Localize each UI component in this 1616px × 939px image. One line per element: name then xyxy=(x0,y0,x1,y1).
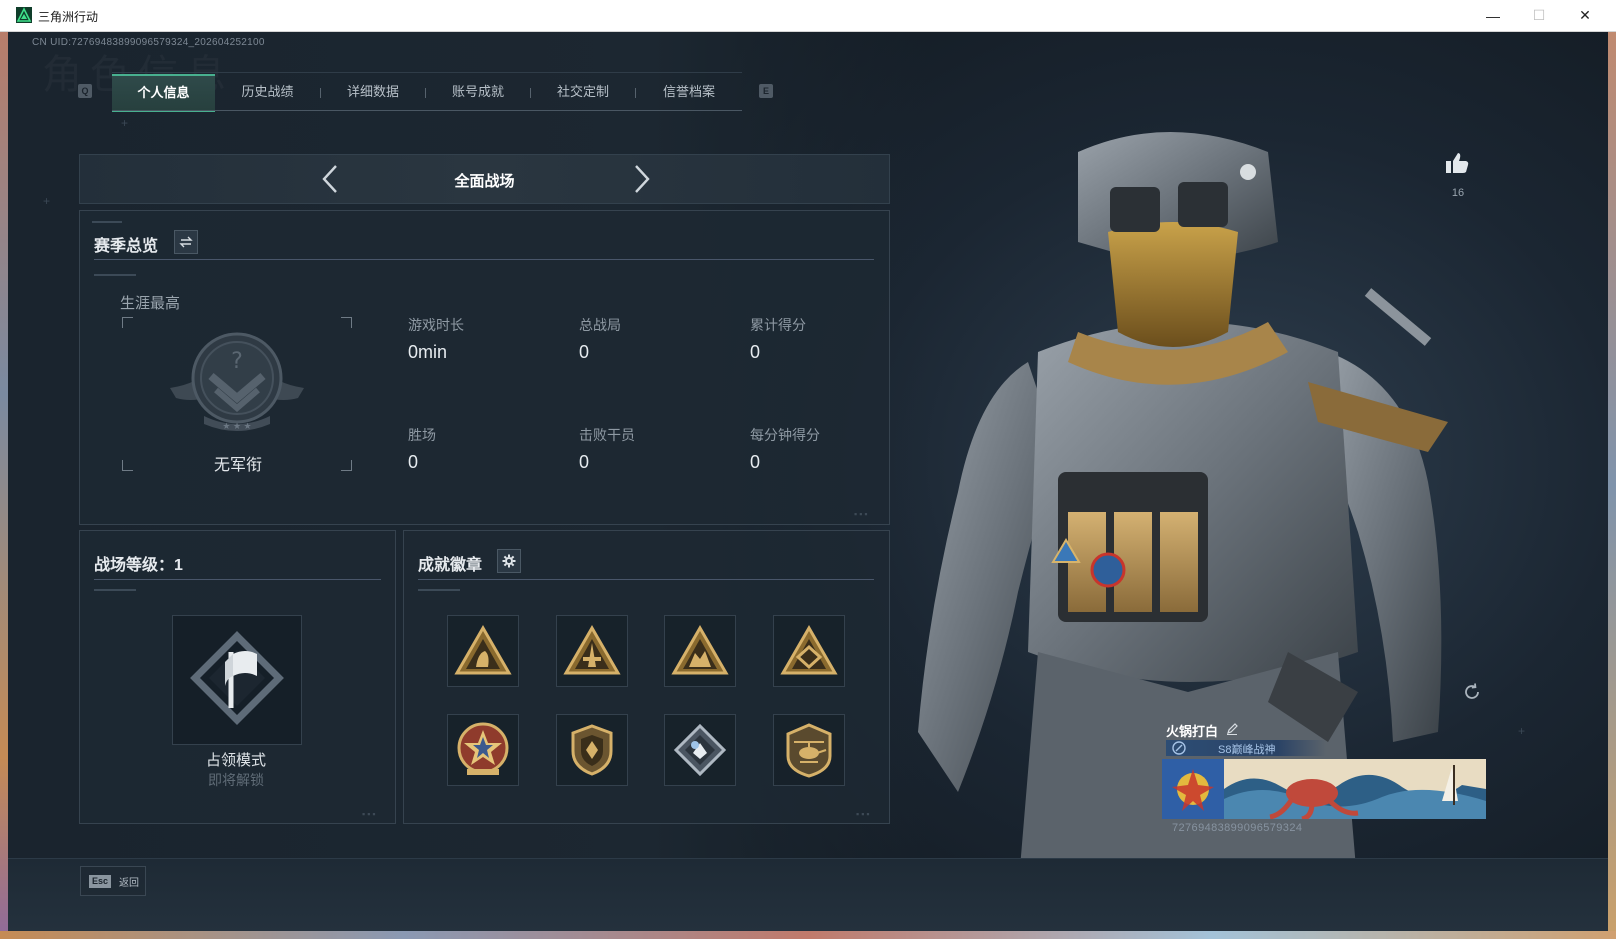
back-button[interactable]: Esc 返回 xyxy=(80,866,146,896)
stat-value-playtime: 0min xyxy=(408,342,448,362)
player-name-card[interactable]: 火锅打白 S8巅峰战神 7276948389909657932​4 xyxy=(1162,716,1486,834)
decor-plus: + xyxy=(43,194,51,208)
window-title: 三角洲行动 xyxy=(38,10,99,24)
frame-corner xyxy=(341,460,352,471)
achievement-badge[interactable] xyxy=(447,615,519,687)
panel-corner-dots: ▪▪▪ xyxy=(854,509,870,519)
esc-key-hint: Esc xyxy=(89,875,111,888)
close-button[interactable]: ✕ xyxy=(1562,0,1608,31)
flag-icon xyxy=(190,631,284,725)
stat-label-total-matches: 总战局 xyxy=(579,317,621,333)
panel-decor-dash xyxy=(94,274,136,276)
minimize-button[interactable]: — xyxy=(1470,0,1516,31)
tab-social-customize[interactable]: 社交定制 xyxy=(531,74,635,110)
thumbs-up-icon[interactable] xyxy=(1444,150,1470,181)
diamond-badge-icon xyxy=(673,723,727,777)
swap-icon[interactable] xyxy=(174,230,198,254)
panel-decor-dash xyxy=(92,221,122,223)
desktop-background-bottom xyxy=(0,931,1616,939)
player-title: S8巅峰战神 xyxy=(1218,744,1276,756)
game-viewport: 角色信息 CN UID:7276948389909657932​4_202604… xyxy=(8,32,1608,931)
star-medal-icon xyxy=(457,722,509,775)
tabs-bottom-divider xyxy=(112,110,742,111)
player-name: 火锅打白 xyxy=(1166,724,1219,739)
like-count: 16 xyxy=(1451,187,1465,199)
tab-account-achievements[interactable]: 账号成就 xyxy=(426,74,530,110)
occupation-mode-icon-frame[interactable] xyxy=(172,615,302,745)
stat-value-wins: 0 xyxy=(408,452,419,472)
achievement-badges-title: 成就徽章 xyxy=(418,557,483,574)
triangle-badge-icon xyxy=(671,625,729,675)
panel-divider xyxy=(94,259,874,260)
occupation-mode-name: 占领模式 xyxy=(205,752,266,769)
stat-label-score-per-minute: 每分钟得分 xyxy=(750,427,820,443)
triangle-badge-icon xyxy=(780,625,838,675)
mode-next-arrow-icon[interactable] xyxy=(626,163,656,195)
achievement-badge[interactable] xyxy=(556,615,628,687)
maximize-button[interactable]: ☐ xyxy=(1516,0,1562,31)
window-titlebar: 三角洲行动 — ☐ ✕ xyxy=(0,0,1616,32)
frame-corner xyxy=(341,317,352,328)
tab-prev-key-hint[interactable]: Q xyxy=(78,84,92,98)
frame-corner xyxy=(122,460,133,471)
back-label: 返回 xyxy=(119,878,139,889)
achievement-badge[interactable] xyxy=(773,714,845,786)
rank-name: 无军衔 xyxy=(213,457,262,474)
occupation-mode-status: 即将解锁 xyxy=(208,772,264,788)
player-uid: 7276948389909657932​4 xyxy=(1172,822,1303,834)
panel-divider xyxy=(418,579,874,580)
player-title-bar: S8巅峰战神 xyxy=(1166,740,1326,756)
edit-pencil-icon[interactable] xyxy=(1226,722,1238,740)
helicopter-badge-icon xyxy=(786,723,832,778)
decor-plus: + xyxy=(121,116,129,130)
svg-text:?: ? xyxy=(231,349,243,374)
stat-value-kills: 0 xyxy=(579,452,590,472)
desktop-background-right xyxy=(1608,32,1616,939)
career-best-label: 生涯最高 xyxy=(120,295,181,312)
rotate-icon[interactable] xyxy=(1462,682,1482,707)
desktop-background-left xyxy=(0,32,8,939)
achievement-badge[interactable] xyxy=(556,714,628,786)
mode-title: 全面战场 xyxy=(454,173,515,190)
stat-value-total-matches: 0 xyxy=(579,342,590,362)
tab-detailed-data[interactable]: 详细数据 xyxy=(321,74,425,110)
panel-divider xyxy=(94,579,381,580)
achievement-badge[interactable] xyxy=(664,714,736,786)
frame-corner xyxy=(122,317,133,328)
achievement-badge[interactable] xyxy=(773,615,845,687)
title-emblem-icon xyxy=(1172,741,1186,755)
card-banner-image xyxy=(1162,759,1486,819)
stat-label-wins: 胜场 xyxy=(408,427,436,443)
rank-emblem-icon: ? ★ ★ ★ xyxy=(166,328,308,441)
panel-decor-dash xyxy=(418,589,460,591)
panel-corner-dots: ▪▪▪ xyxy=(856,809,872,819)
app-icon xyxy=(16,7,32,23)
stat-label-kills: 击败干员 xyxy=(579,427,635,443)
uid-header: CN UID:7276948389909657932​4_20260425210… xyxy=(32,37,265,48)
panel-decor-dash xyxy=(94,589,136,591)
tabs-top-divider xyxy=(112,72,742,73)
stat-value-score-per-minute: 0 xyxy=(750,452,761,472)
panel-corner-dots: ▪▪▪ xyxy=(362,809,378,819)
triangle-badge-icon xyxy=(454,625,512,675)
decor-plus: + xyxy=(1518,724,1526,738)
shield-badge-icon xyxy=(571,724,613,776)
season-overview-title: 赛季总览 xyxy=(94,238,159,255)
gear-icon[interactable] xyxy=(497,549,521,573)
triangle-badge-icon xyxy=(563,625,621,675)
achievement-badge[interactable] xyxy=(664,615,736,687)
battlefield-level-title: 战场等级：1 xyxy=(94,557,183,574)
mode-selector: 全面战场 xyxy=(79,154,890,204)
bottom-bar xyxy=(8,858,1608,931)
tab-match-history[interactable]: 历史战绩 xyxy=(215,74,320,110)
stat-label-total-score: 累计得分 xyxy=(750,317,806,333)
tab-credit-record[interactable]: 信誉档案 xyxy=(636,74,742,110)
svg-text:★ ★ ★: ★ ★ ★ xyxy=(222,421,251,431)
stat-label-playtime: 游戏时长 xyxy=(408,317,464,333)
tab-personal-info[interactable]: 个人信息 xyxy=(112,74,215,112)
stat-value-total-score: 0 xyxy=(750,342,761,362)
achievement-badge[interactable] xyxy=(447,714,519,786)
tab-next-key-hint[interactable]: E xyxy=(759,84,773,98)
